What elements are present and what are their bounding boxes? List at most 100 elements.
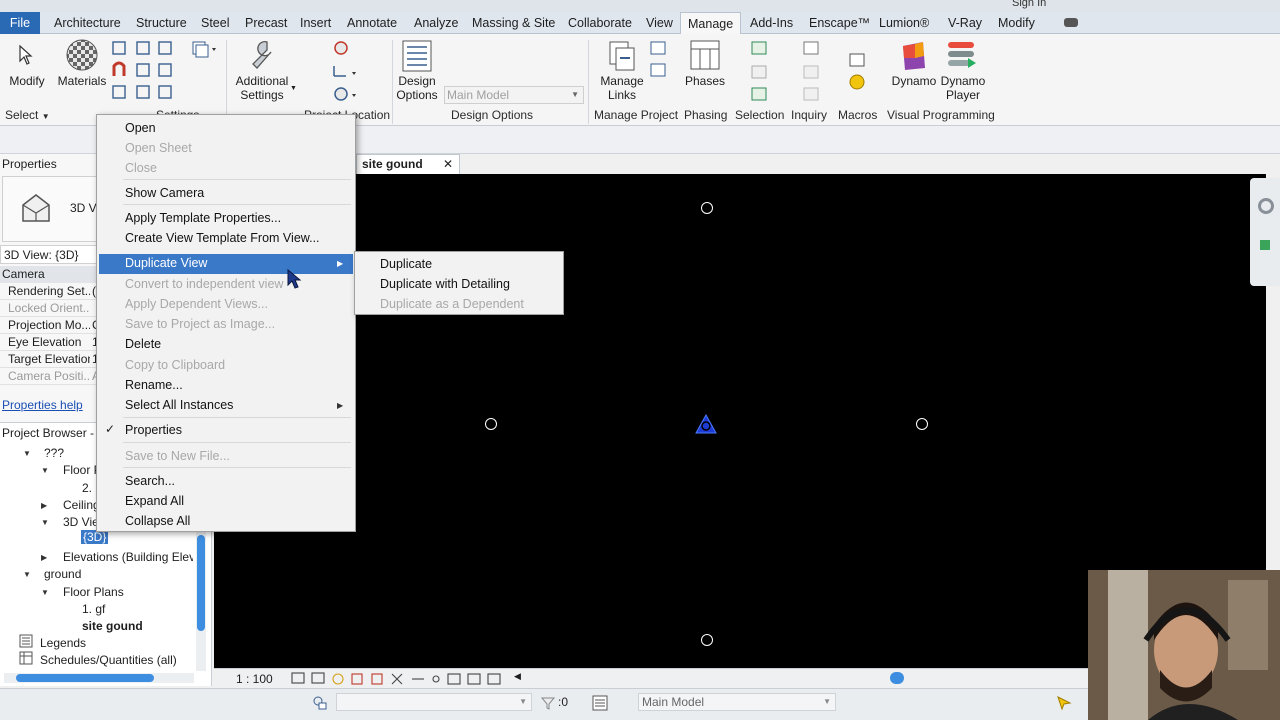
tree-expand-toggle[interactable]: ▶ <box>41 501 47 510</box>
crop-grip-handle[interactable] <box>916 418 928 430</box>
wrench-icon[interactable] <box>247 38 277 72</box>
settings-dropdown-icon[interactable] <box>192 40 218 58</box>
tab-collaborate[interactable]: Collaborate <box>566 12 634 34</box>
dynamo-button[interactable]: Dynamo <box>890 74 938 88</box>
select-panel-dropdown[interactable]: Select ▼ <box>5 108 50 122</box>
additional-settings-button[interactable]: Additional Settings <box>232 74 292 102</box>
menu-item-expand-all[interactable]: Expand All <box>125 494 184 508</box>
manage-links-button[interactable]: Manage Links <box>596 74 648 102</box>
tree-expand-toggle[interactable]: ▼ <box>41 466 49 475</box>
properties-help-link[interactable]: Properties help <box>2 398 83 412</box>
tab-file[interactable]: File <box>0 12 40 34</box>
tree-item[interactable]: ??? <box>44 446 64 460</box>
design-options-button[interactable]: Design Options <box>394 74 440 102</box>
menu-item-create-view-template[interactable]: Create View Template From View... <box>125 231 320 245</box>
tab-manage[interactable]: Manage <box>680 12 742 35</box>
menu-item-show-camera[interactable]: Show Camera <box>125 186 204 200</box>
tree-item[interactable]: Ceiling <box>63 498 100 512</box>
tab-architecture[interactable]: Architecture <box>52 12 123 34</box>
browser-horizontal-scrollbar[interactable] <box>4 673 194 683</box>
worksets-icon[interactable] <box>312 695 328 711</box>
phases-button[interactable]: Phases <box>682 74 728 88</box>
crop-grip-handle[interactable] <box>485 418 497 430</box>
navigation-bar[interactable] <box>1250 178 1280 286</box>
view-control-icons[interactable] <box>290 671 510 687</box>
dynamo-icon[interactable] <box>901 40 927 72</box>
menu-item-rename[interactable]: Rename... <box>125 378 183 392</box>
tree-item[interactable]: Legends <box>40 636 86 650</box>
menu-item-properties[interactable]: Properties <box>125 423 182 437</box>
tab-structure[interactable]: Structure <box>134 12 189 34</box>
tab-massing-site[interactable]: Massing & Site <box>470 12 557 34</box>
tree-item[interactable]: Schedules/Quantities (all) <box>40 653 177 667</box>
crop-grip-handle[interactable] <box>701 634 713 646</box>
tab-lumion[interactable]: Lumion® <box>877 12 931 34</box>
tab-view[interactable]: View <box>644 12 675 34</box>
tree-item[interactable]: 1. gf <box>82 602 105 616</box>
tab-steel[interactable]: Steel <box>199 12 232 34</box>
filter-icon[interactable] <box>540 695 556 711</box>
tab-vray[interactable]: V-Ray <box>946 12 984 34</box>
tree-item[interactable]: Elevations (Building Eleva <box>63 550 193 564</box>
dynamo-player-button[interactable]: Dynamo Player <box>936 74 990 102</box>
tree-expand-toggle[interactable]: ▼ <box>23 449 31 458</box>
phases-icon[interactable] <box>690 40 720 72</box>
menu-item-delete[interactable]: Delete <box>125 337 161 351</box>
menu-item-select-all-instances[interactable]: Select All Instances <box>125 398 233 412</box>
tree-item[interactable]: 3D Vie <box>63 515 99 529</box>
view-tab-site-gound[interactable]: site gound ✕ <box>356 154 460 174</box>
browser-scrollbar-thumb[interactable] <box>197 535 205 631</box>
manage-links-icon[interactable] <box>606 40 638 72</box>
tab-precast[interactable]: Precast <box>243 12 289 34</box>
browser-hscrollbar-thumb[interactable] <box>16 674 154 682</box>
tab-insert[interactable]: Insert <box>298 12 333 34</box>
menu-item-search[interactable]: Search... <box>125 474 175 488</box>
steering-wheel-icon[interactable] <box>1258 198 1274 214</box>
status-model-select[interactable]: Main Model ▼ <box>638 693 836 711</box>
workset-select[interactable]: ▼ <box>336 693 532 711</box>
tree-item-selected[interactable]: {3D} <box>81 530 109 544</box>
tree-expand-toggle[interactable]: ▶ <box>41 553 47 562</box>
dynamo-player-icon[interactable] <box>946 40 978 72</box>
zoom-icon[interactable] <box>1260 240 1270 250</box>
tab-modify[interactable]: Modify <box>996 12 1037 34</box>
tab-analyze[interactable]: Analyze <box>412 12 460 34</box>
menu-item-collapse-all[interactable]: Collapse All <box>125 514 190 528</box>
ribbon-toggle-icon[interactable] <box>1064 18 1078 27</box>
tab-add-ins[interactable]: Add-Ins <box>748 12 795 34</box>
tab-annotate[interactable]: Annotate <box>345 12 399 34</box>
menu-item-duplicate-with-detailing[interactable]: Duplicate with Detailing <box>380 277 510 291</box>
menu-item-duplicate[interactable]: Duplicate <box>380 257 432 271</box>
manage-project-small-icons[interactable] <box>649 40 667 80</box>
project-location-icons[interactable] <box>332 40 362 104</box>
view-hscrollbar-thumb[interactable] <box>890 672 904 684</box>
settings-tools-icons[interactable] <box>111 40 177 104</box>
tree-expand-toggle[interactable]: ▼ <box>41 588 49 597</box>
scroll-left-icon[interactable]: ◀ <box>514 671 521 682</box>
sign-in-link[interactable]: Sign In <box>1012 0 1046 9</box>
tree-item[interactable]: ground <box>44 567 81 581</box>
view-scale[interactable]: 1 : 100 <box>236 672 273 686</box>
modify-button[interactable]: Modify <box>6 74 48 88</box>
materials-button[interactable]: Materials <box>56 74 108 88</box>
menu-item-apply-template-properties[interactable]: Apply Template Properties... <box>125 211 281 225</box>
cursor-arrow-icon[interactable] <box>16 44 36 66</box>
tree-expand-toggle[interactable]: ▼ <box>23 570 31 579</box>
crop-grip-handle[interactable] <box>701 202 713 214</box>
tab-enscape[interactable]: Enscape™ <box>807 12 872 34</box>
close-icon[interactable]: ✕ <box>443 157 453 171</box>
inquiry-icons[interactable] <box>802 40 820 104</box>
additional-settings-dropdown-icon[interactable]: ▼ <box>290 85 297 92</box>
tree-item-active-view[interactable]: site gound <box>82 619 143 633</box>
design-options-icon[interactable] <box>402 40 432 74</box>
camera-target-icon[interactable] <box>694 413 718 435</box>
macros-icons[interactable] <box>848 52 866 96</box>
selection-icons[interactable] <box>750 40 768 104</box>
main-model-select[interactable]: Main Model ▼ <box>444 86 584 104</box>
selection-settings-icon[interactable] <box>1056 695 1072 711</box>
design-options-status-icon[interactable] <box>592 695 608 711</box>
materials-sphere-icon[interactable] <box>65 38 99 72</box>
menu-item-duplicate-view[interactable]: Duplicate View <box>125 256 207 270</box>
tree-item[interactable]: 2. <box>82 481 92 495</box>
tree-expand-toggle[interactable]: ▼ <box>41 518 49 527</box>
